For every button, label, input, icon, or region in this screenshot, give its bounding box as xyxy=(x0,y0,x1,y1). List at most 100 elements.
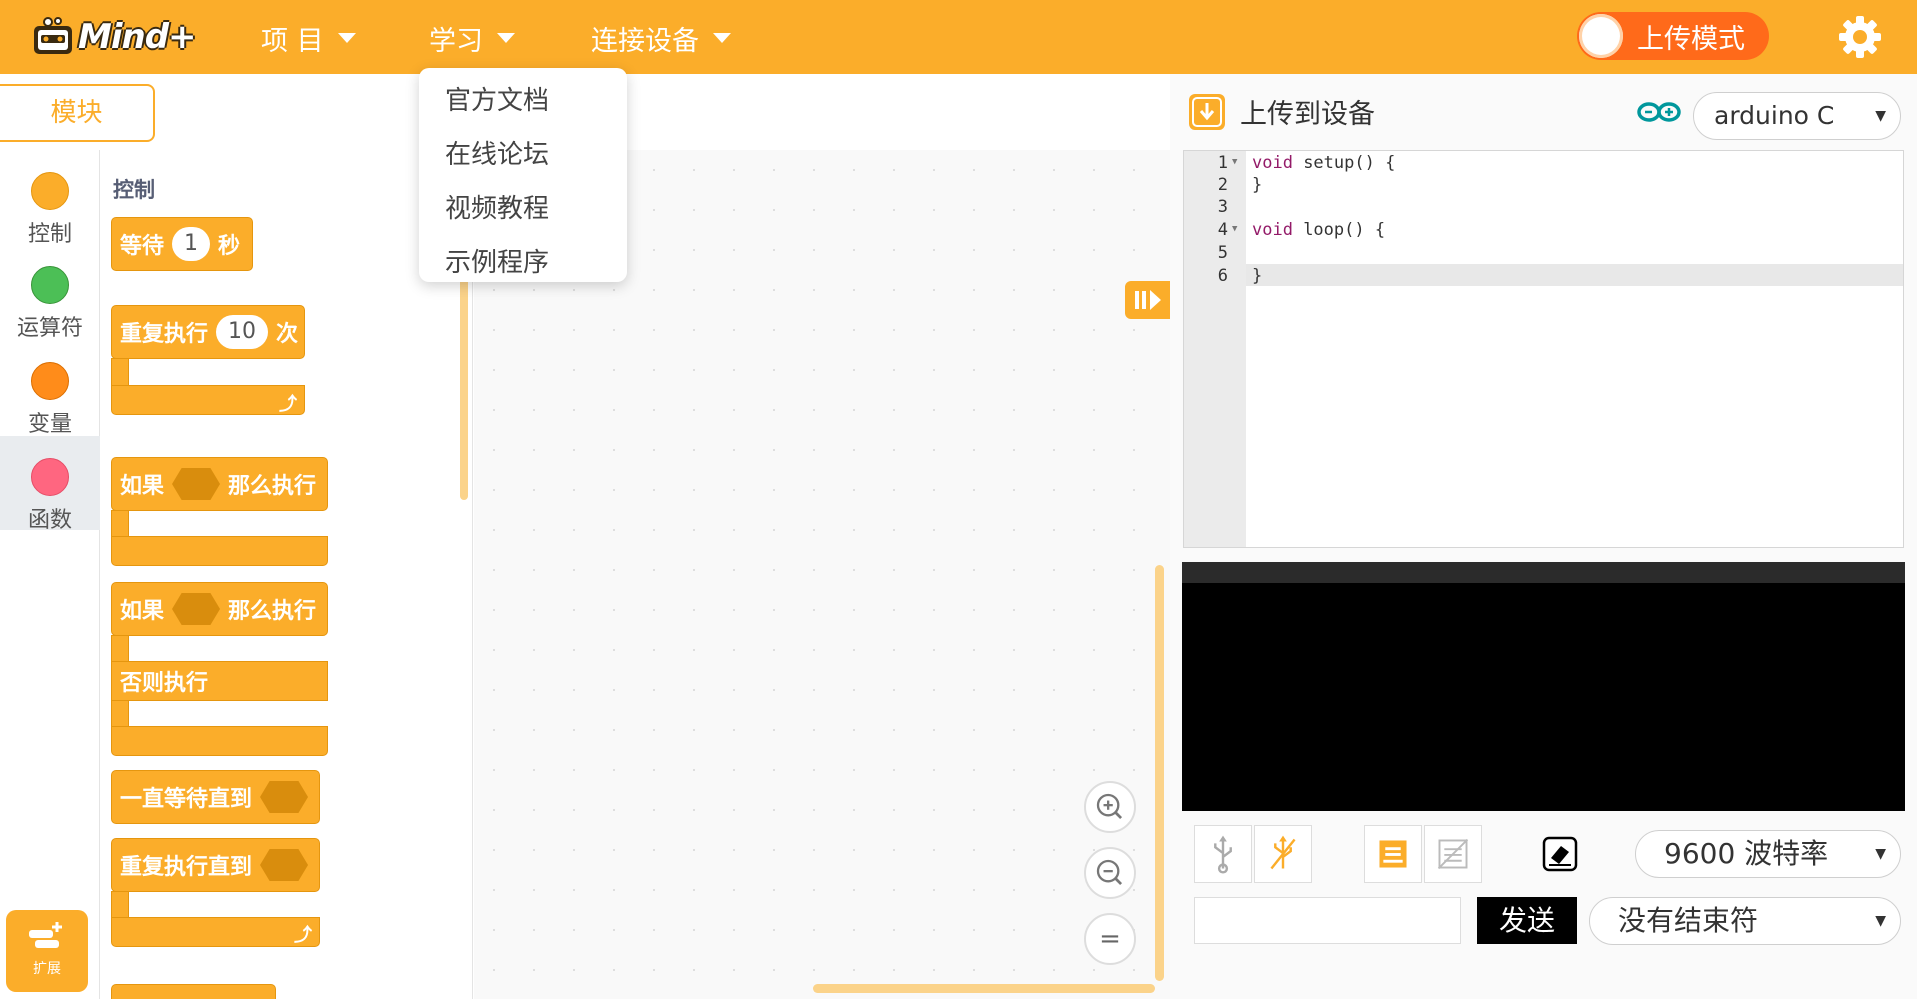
tab-modules[interactable]: 模块 xyxy=(0,84,155,142)
c-block-foot xyxy=(111,917,320,947)
serial-monitor-output[interactable] xyxy=(1182,562,1905,811)
code-text: } xyxy=(1252,266,1263,286)
top-menu-bar: Mind+ 项 目 学习 连接设备 上传模式 xyxy=(0,0,1917,74)
robot-logo-icon xyxy=(34,17,72,54)
send-button[interactable]: 发送 xyxy=(1477,897,1577,944)
zoom-in-icon xyxy=(1096,793,1123,820)
c-block-foot xyxy=(111,385,305,415)
code-line: } xyxy=(1252,266,1262,286)
category-dot xyxy=(31,362,69,400)
repeat-count-input[interactable]: 10 xyxy=(216,315,269,349)
repeat-until-block[interactable]: 重复执行直到 xyxy=(111,838,320,892)
category-label: 变量 xyxy=(27,412,72,437)
block-text: 如果 xyxy=(120,474,165,499)
palette-section-title: 控制 xyxy=(113,178,155,202)
workspace-horizontal-scrollbar[interactable] xyxy=(813,984,1155,993)
extensions-button[interactable]: 扩展 xyxy=(6,910,88,992)
zoom-out-button[interactable] xyxy=(1084,847,1136,899)
wait-seconds-block[interactable]: 等待 1 秒 xyxy=(111,217,253,271)
line-number: 1 xyxy=(1217,153,1228,173)
scroll-lock-button[interactable] xyxy=(1364,825,1422,883)
block-text: 重复执行 xyxy=(120,322,209,347)
clear-output-button[interactable] xyxy=(1424,825,1482,883)
repeat-times-block[interactable]: 重复执行 10 次 xyxy=(111,305,305,359)
chevron-down-icon: ▼ xyxy=(1875,846,1886,862)
wait-until-block[interactable]: 一直等待直到 xyxy=(111,770,320,824)
upload-to-device-label[interactable]: 上传到设备 xyxy=(1240,92,1375,131)
code-line: void loop() { xyxy=(1252,220,1385,240)
block-text: 重复执行直到 xyxy=(120,855,253,880)
menu-learn[interactable]: 学习 xyxy=(429,18,515,58)
upload-mode-toggle[interactable]: 上传模式 xyxy=(1577,12,1769,60)
disconnect-serial-button[interactable] xyxy=(1254,825,1312,883)
block-palette: 控制 等待 1 秒 重复执行 10 次 ⤴ 如果 那么执行 如果 那么执行 否则… xyxy=(101,150,473,999)
usb-disconnect-icon xyxy=(1270,835,1296,870)
block-text: 那么执行 xyxy=(228,474,317,499)
code-line: void setup() { xyxy=(1252,153,1395,173)
partial-block[interactable] xyxy=(111,984,276,999)
if-else-block[interactable]: 如果 那么执行 xyxy=(111,582,328,636)
menu-project[interactable]: 项 目 xyxy=(261,18,356,58)
category-operators[interactable]: 运算符 xyxy=(0,254,100,348)
loop-arrow-icon: ⤴ xyxy=(294,925,312,946)
line-ending-select[interactable]: 没有结束符 ▼ xyxy=(1589,897,1901,945)
block-text: 秒 xyxy=(218,234,241,259)
baud-rate-select[interactable]: 9600 波特率 ▼ xyxy=(1635,830,1901,878)
condition-slot[interactable] xyxy=(260,781,309,813)
menu-item-online-forum[interactable]: 在线论坛 xyxy=(419,128,627,182)
arduino-logo-icon xyxy=(1637,102,1681,122)
fold-arrow-icon[interactable]: ▼ xyxy=(1232,224,1237,234)
category-dot xyxy=(31,172,69,210)
category-label: 控制 xyxy=(27,222,72,247)
block-text: 如果 xyxy=(120,599,165,624)
serial-send-input[interactable] xyxy=(1194,897,1461,944)
code-editor[interactable]: 1 ▼ void setup() { 2 } 3 4 ▼ void loop()… xyxy=(1183,150,1904,548)
workspace-vertical-scrollbar[interactable] xyxy=(1155,565,1164,981)
eraser-icon[interactable] xyxy=(1540,834,1580,874)
collapse-arrow-icon xyxy=(1135,290,1161,310)
connect-serial-button[interactable] xyxy=(1194,825,1252,883)
condition-slot[interactable] xyxy=(260,849,309,881)
menu-item-official-docs[interactable]: 官方文档 xyxy=(419,74,627,128)
logo-text: Mind+ xyxy=(78,17,197,57)
condition-slot[interactable] xyxy=(172,468,221,500)
chevron-down-icon: ▼ xyxy=(1875,108,1886,124)
toggle-knob xyxy=(1579,14,1623,58)
block-text: 次 xyxy=(276,322,299,347)
fold-arrow-icon[interactable]: ▼ xyxy=(1232,157,1237,167)
zoom-reset-button[interactable]: = xyxy=(1084,913,1136,965)
collapse-code-panel-button[interactable] xyxy=(1125,281,1170,319)
condition-slot[interactable] xyxy=(172,593,221,625)
mindplus-logo: Mind+ xyxy=(30,10,197,64)
terminal-header-bar xyxy=(1182,562,1905,583)
zoom-reset-icon: = xyxy=(1099,924,1121,954)
wait-seconds-input[interactable]: 1 xyxy=(172,227,211,261)
palette-scrollbar[interactable] xyxy=(460,270,468,500)
code-keyword: void xyxy=(1252,153,1293,173)
category-functions[interactable]: 函数 xyxy=(0,436,100,533)
usb-icon xyxy=(1214,835,1232,874)
loop-arrow-icon: ⤴ xyxy=(279,394,297,415)
menu-item-video-tutorials[interactable]: 视频教程 xyxy=(419,182,627,236)
category-dot xyxy=(31,458,69,496)
menu-item-example-programs[interactable]: 示例程序 xyxy=(419,236,627,290)
gear-icon[interactable] xyxy=(1837,14,1883,60)
category-list: 控制 运算符 变量 函数 xyxy=(0,150,100,999)
menu-connect-device[interactable]: 连接设备 xyxy=(591,18,731,58)
if-then-block[interactable]: 如果 那么执行 xyxy=(111,457,328,511)
upload-to-device-button[interactable] xyxy=(1189,94,1225,130)
else-branch: 否则执行 xyxy=(111,661,328,701)
line-number: 4 xyxy=(1217,220,1228,240)
c-block-foot xyxy=(111,726,328,756)
zoom-in-button[interactable] xyxy=(1084,781,1136,833)
category-control[interactable]: 控制 xyxy=(0,160,100,254)
block-text: 等待 xyxy=(120,234,165,259)
chevron-down-icon xyxy=(497,33,515,43)
line-number: 3 xyxy=(1217,197,1228,217)
board-language-select[interactable]: arduino C ▼ xyxy=(1693,92,1901,140)
category-dot xyxy=(31,266,69,304)
line-number: 2 xyxy=(1217,175,1228,195)
baud-rate-value: 9600 波特率 xyxy=(1664,837,1829,870)
category-variables[interactable]: 变量 xyxy=(0,350,100,444)
chevron-down-icon: ▼ xyxy=(1875,913,1886,929)
